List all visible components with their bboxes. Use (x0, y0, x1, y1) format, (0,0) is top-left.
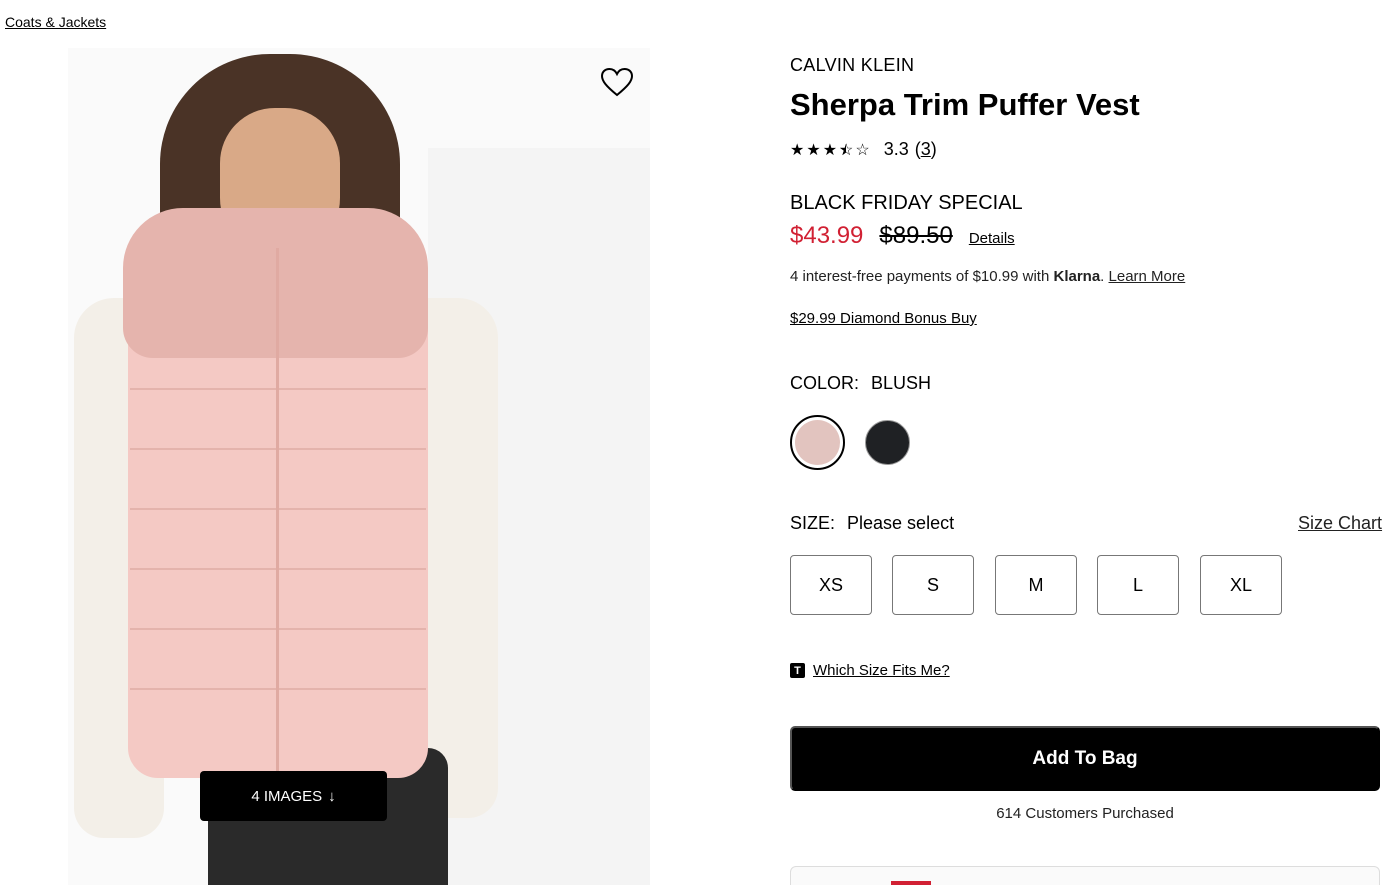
size-selected-value: Please select (847, 513, 955, 533)
swatch-black[interactable] (865, 420, 910, 465)
price-details-link[interactable]: Details (969, 230, 1015, 247)
color-label-text: COLOR: (790, 373, 860, 393)
rating-value: 3.3 (883, 139, 909, 159)
bonus-buy-link[interactable]: $29.99 Diamond Bonus Buy (790, 310, 977, 327)
star-full-icon: ★ (822, 141, 838, 159)
add-to-bag-button[interactable]: Add To Bag (790, 726, 1380, 791)
price-block: $43.99 $89.50 Details (790, 222, 1015, 250)
fit-finder[interactable]: T Which Size Fits Me? (790, 662, 950, 679)
bottom-card (790, 866, 1380, 885)
color-selected-value: BLUSH (871, 373, 932, 393)
product-title: Sherpa Trim Puffer Vest (790, 87, 1140, 122)
size-option-m[interactable]: M (995, 555, 1077, 615)
brand-name[interactable]: CALVIN KLEIN (790, 55, 914, 76)
star-empty-icon: ☆ (855, 141, 870, 159)
size-chart-link[interactable]: Size Chart (1298, 513, 1382, 534)
klarna-payments: 4 interest-free payments of $10.99 with … (790, 268, 1185, 285)
swatch-blush-color (795, 420, 840, 465)
swatch-blush[interactable] (790, 415, 845, 470)
rating-count[interactable]: 3 (921, 139, 931, 160)
vest-zipper (276, 248, 279, 778)
breadcrumb-coats-jackets[interactable]: Coats & Jackets (5, 14, 106, 30)
heart-icon[interactable] (598, 64, 636, 100)
sale-price: $43.99 (790, 222, 864, 249)
size-label: SIZE: Please select (790, 513, 954, 534)
size-option-xs[interactable]: XS (790, 555, 872, 615)
rating-paren-close: ) (930, 139, 937, 159)
customers-purchased: 614 Customers Purchased (996, 805, 1174, 822)
original-price: $89.50 (879, 222, 953, 249)
arrow-down-icon: ↓ (328, 787, 336, 805)
true-fit-icon: T (790, 663, 805, 678)
star-half-icon: ☆ ★ (839, 141, 854, 159)
rating[interactable]: ★ ★ ★ ☆ ★ ☆ 3.3 (3) (790, 139, 937, 160)
bottom-card-accent (891, 881, 931, 885)
size-option-l[interactable]: L (1097, 555, 1179, 615)
which-size-fits-link[interactable]: Which Size Fits Me? (813, 662, 950, 679)
promo-label: BLACK FRIDAY SPECIAL (790, 192, 1023, 214)
star-rating-icon: ★ ★ ★ ☆ ★ ☆ (790, 140, 870, 160)
klarna-text: 4 interest-free payments of $10.99 with (790, 268, 1054, 285)
klarna-suffix: . (1100, 268, 1109, 285)
klarna-learn-more-link[interactable]: Learn More (1109, 268, 1186, 285)
star-full-icon: ★ (790, 141, 805, 159)
color-label: COLOR: BLUSH (790, 373, 931, 394)
size-option-xl[interactable]: XL (1200, 555, 1282, 615)
images-button-label: 4 IMAGES (251, 787, 323, 805)
klarna-logo: Klarna (1053, 268, 1101, 285)
star-full-icon: ★ (806, 141, 821, 159)
size-label-text: SIZE: (790, 513, 836, 533)
view-images-button[interactable]: 4 IMAGES ↓ (200, 771, 387, 821)
size-option-s[interactable]: S (892, 555, 974, 615)
product-image[interactable] (68, 48, 650, 885)
